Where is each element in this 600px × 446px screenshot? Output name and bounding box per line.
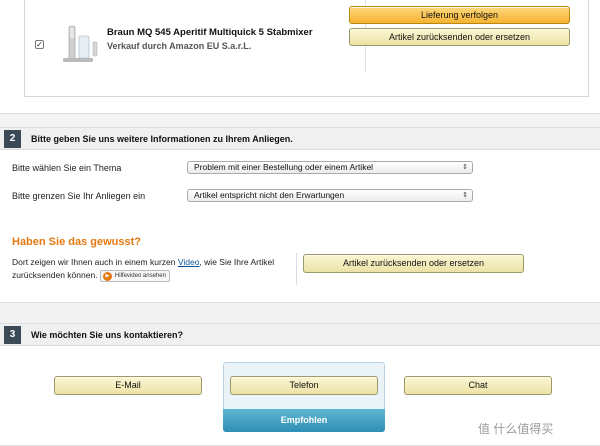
item-checkbox[interactable]: ✓ (35, 40, 44, 49)
checkmark-icon: ✓ (36, 40, 43, 49)
product-title[interactable]: Braun MQ 545 Aperitif Multiquick 5 Stabm… (107, 27, 313, 38)
recommended-badge: Empfohlen (223, 409, 385, 432)
phone-button[interactable]: Telefon (230, 376, 378, 395)
topic-select-value: Problem mit einer Bestellung oder einem … (194, 162, 374, 172)
did-you-know-text: Dort zeigen wir Ihnen auch in einem kurz… (12, 256, 292, 282)
section-header: 3 Wie möchten Sie uns kontaktieren? (0, 324, 600, 346)
email-button[interactable]: E-Mail (54, 376, 202, 395)
select-arrows-icon: ⇕ (462, 164, 468, 171)
know-text-pre: Dort zeigen wir Ihnen auch in einem kurz… (12, 257, 178, 267)
return-replace-button[interactable]: Artikel zurücksenden oder ersetzen (349, 28, 570, 46)
seller-text: Verkauf durch Amazon EU S.a.r.L. (107, 41, 252, 51)
select-arrows-icon: ⇕ (462, 192, 468, 199)
help-video-button[interactable]: ▶ Hilfevideo ansehen (99, 269, 170, 282)
help-video-label: Hilfevideo ansehen (114, 272, 166, 279)
did-you-know-heading: Haben Sie das gewusst? (12, 236, 141, 248)
topic-label: Bitte wählen Sie ein Thema (12, 163, 122, 173)
track-delivery-button[interactable]: Lieferung verfolgen (349, 6, 570, 24)
section-title: Wie möchten Sie uns kontaktieren? (31, 330, 183, 340)
play-icon: ▶ (102, 271, 112, 281)
topic-select[interactable]: Problem mit einer Bestellung oder einem … (187, 161, 473, 174)
narrow-label: Bitte grenzen Sie Ihr Anliegen ein (12, 191, 146, 201)
order-item-box: ✓ Braun MQ 545 Aperitif Multiquick 5 Sta… (24, 0, 589, 97)
section-title: Bitte geben Sie uns weitere Informatione… (31, 134, 293, 144)
narrow-select-value: Artikel entspricht nicht den Erwartungen (194, 190, 345, 200)
section-header: 2 Bitte geben Sie uns weitere Informatio… (0, 128, 600, 150)
product-image[interactable] (59, 22, 111, 68)
chat-button[interactable]: Chat (404, 376, 552, 395)
return-replace-button-2[interactable]: Artikel zurücksenden oder ersetzen (303, 254, 524, 273)
video-link[interactable]: Video (178, 257, 200, 267)
step-number: 2 (4, 130, 21, 148)
narrow-select[interactable]: Artikel entspricht nicht den Erwartungen… (187, 189, 473, 202)
divider (296, 253, 297, 285)
step-number: 3 (4, 326, 21, 344)
watermark-logo: 值 什么值得买 (478, 422, 554, 436)
order-card: ✓ Braun MQ 545 Aperitif Multiquick 5 Sta… (0, 0, 600, 114)
